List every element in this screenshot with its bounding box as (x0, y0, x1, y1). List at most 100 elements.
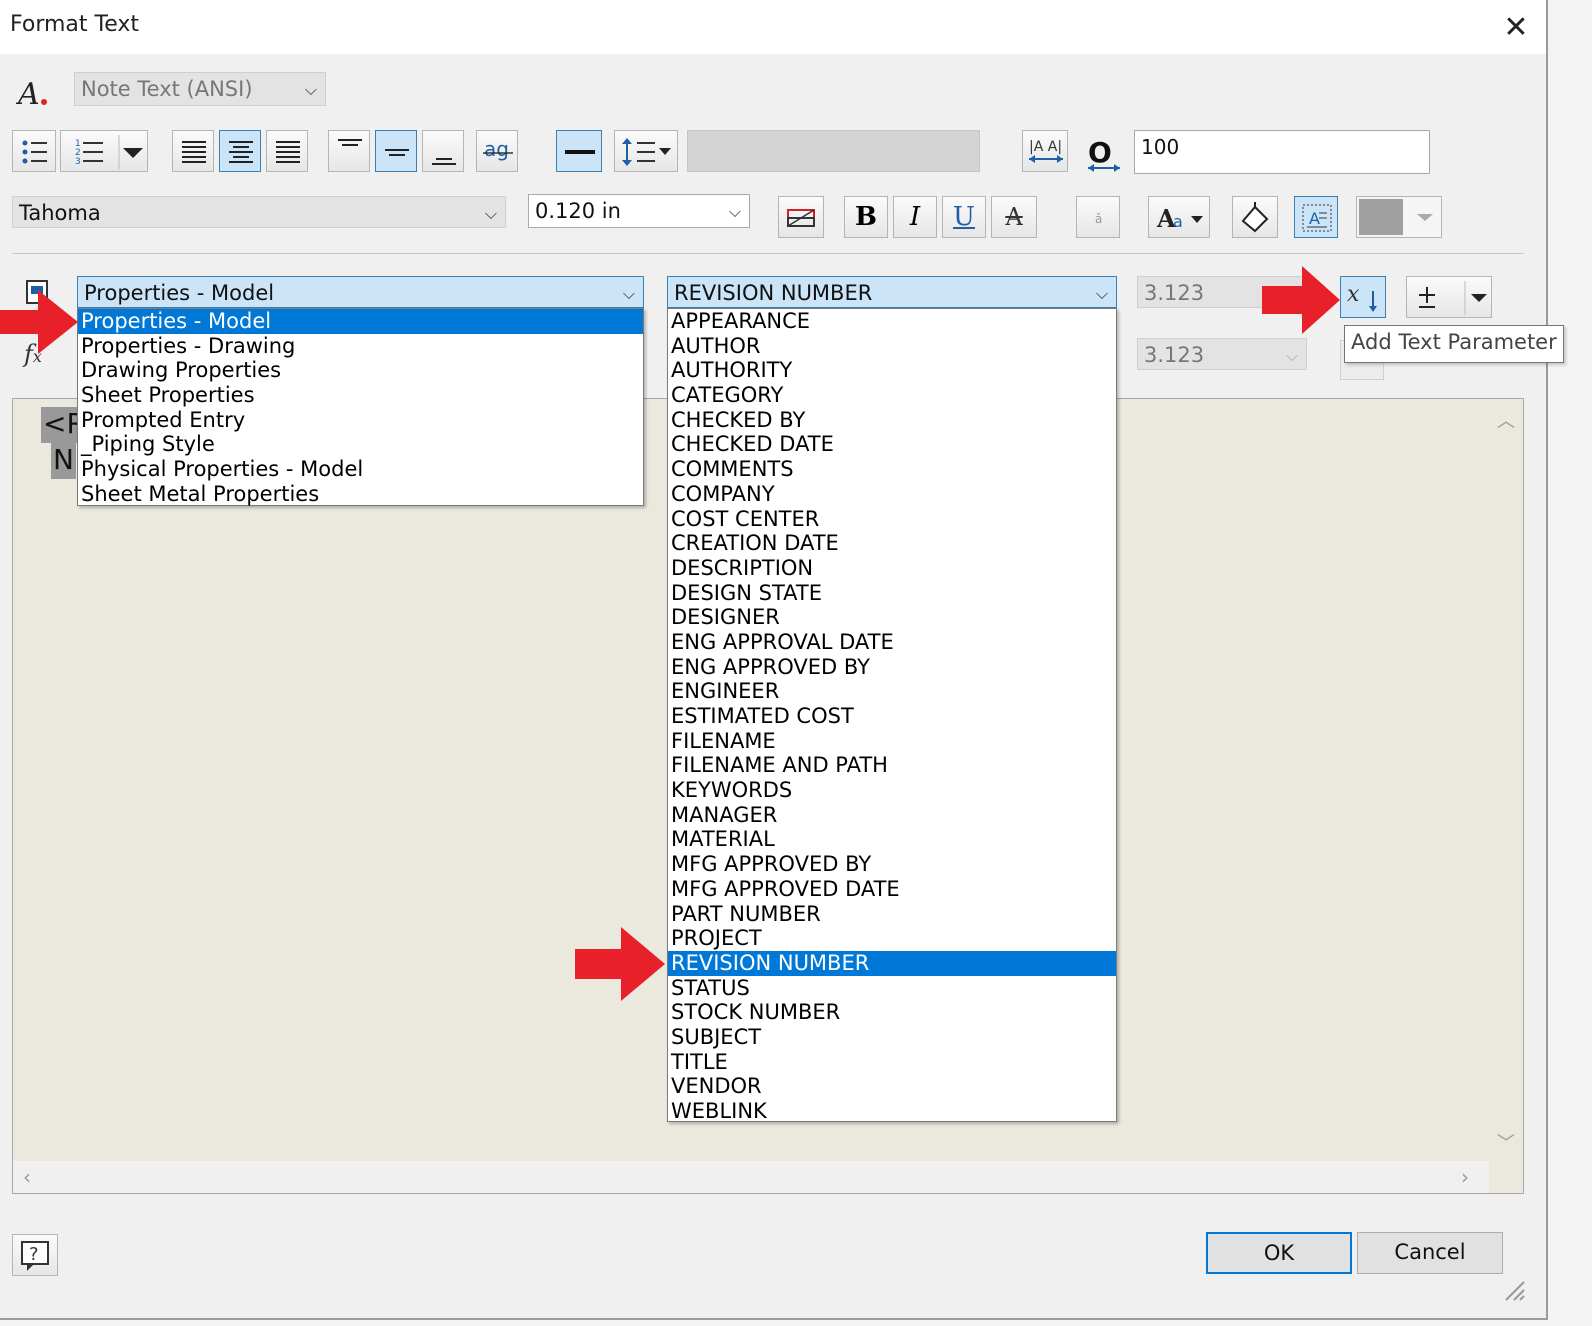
property-option[interactable]: MATERIAL (668, 827, 1116, 852)
bullet-list-button[interactable] (12, 130, 56, 172)
property-option[interactable]: VENDOR (668, 1074, 1116, 1099)
property-option[interactable]: DESCRIPTION (668, 556, 1116, 581)
property-option[interactable]: WEBLINK (668, 1099, 1116, 1124)
cancel-button[interactable]: Cancel (1357, 1232, 1503, 1274)
text-frame-icon: A (1302, 204, 1332, 232)
bold-button[interactable]: B (844, 196, 888, 238)
property-combo[interactable]: REVISION NUMBER ⌵ (667, 276, 1117, 308)
single-line-button[interactable] (556, 130, 602, 172)
line-spacing-button[interactable] (614, 130, 678, 172)
property-list[interactable]: APPEARANCE AUTHOR AUTHORITY CATEGORY CHECKED… (667, 308, 1117, 1124)
property-type-option[interactable]: Sheet Metal Properties (78, 482, 643, 507)
font-size-dropdown[interactable]: 0.120 in ⌵ (528, 194, 750, 228)
chevron-right-icon[interactable]: › (1461, 1165, 1469, 1189)
property-option[interactable]: CREATION DATE (668, 531, 1116, 556)
case-button[interactable]: Aa (1148, 196, 1210, 238)
add-text-parameter-button[interactable]: x (1340, 276, 1386, 318)
stack-button[interactable] (778, 196, 824, 238)
svg-text:a: a (1173, 212, 1183, 231)
svg-text:3: 3 (75, 157, 81, 167)
resize-grip-icon[interactable] (1500, 1276, 1526, 1302)
property-option[interactable]: FILENAME (668, 729, 1116, 754)
property-option[interactable]: CHECKED DATE (668, 432, 1116, 457)
property-type-combo[interactable]: Properties - Model ⌵ (77, 276, 644, 308)
align-top-icon (338, 139, 362, 146)
align-bottom-icon (432, 158, 456, 165)
stretch-input[interactable]: 100 (1134, 130, 1430, 174)
chevron-down-icon: ⌵ (1285, 346, 1298, 365)
align-center-button[interactable] (219, 130, 261, 172)
align-middle-button[interactable] (375, 130, 417, 172)
property-option[interactable]: COMPANY (668, 482, 1116, 507)
chevron-down-icon: ⌵ (1095, 284, 1108, 303)
property-option[interactable]: ESTIMATED COST (668, 704, 1116, 729)
property-option[interactable]: AUTHOR (668, 334, 1116, 359)
chevron-left-icon[interactable]: ‹ (23, 1165, 31, 1189)
property-option[interactable]: STOCK NUMBER (668, 1000, 1116, 1025)
property-option[interactable]: ENG APPROVAL DATE (668, 630, 1116, 655)
property-option[interactable]: ENG APPROVED BY (668, 655, 1116, 680)
align-right-button[interactable] (266, 130, 308, 172)
property-option[interactable]: MFG APPROVED DATE (668, 877, 1116, 902)
background-fill-button[interactable] (1232, 196, 1278, 238)
property-option[interactable]: COST CENTER (668, 507, 1116, 532)
property-option[interactable]: CHECKED BY (668, 408, 1116, 433)
ok-button[interactable]: OK (1206, 1232, 1352, 1274)
property-type-option[interactable]: Prompted Entry (78, 408, 643, 433)
color-swatch (1359, 199, 1403, 235)
vertical-scrollbar[interactable]: ︿ ﹀ (1489, 399, 1523, 1159)
symbol-button[interactable]: ǎ (1076, 196, 1120, 238)
color-picker[interactable] (1356, 196, 1442, 238)
baseline-icon: ag (483, 137, 513, 161)
line-icon (565, 150, 595, 154)
horizontal-scrollbar[interactable]: ‹ › (13, 1161, 1489, 1193)
property-option[interactable]: MANAGER (668, 803, 1116, 828)
property-option[interactable]: REVISION NUMBER (668, 950, 1116, 976)
property-type-option[interactable]: Properties - Model (78, 309, 643, 334)
italic-button[interactable]: I (893, 196, 937, 238)
property-option[interactable]: AUTHORITY (668, 358, 1116, 383)
help-button[interactable]: ? (12, 1234, 58, 1276)
text-width-button[interactable]: |A A| (1022, 130, 1068, 172)
property-option[interactable]: DESIGNER (668, 605, 1116, 630)
property-option[interactable]: APPEARANCE (668, 309, 1116, 334)
property-option[interactable]: PART NUMBER (668, 902, 1116, 927)
strikethrough-button[interactable]: A (991, 196, 1037, 238)
chevron-down-icon[interactable]: ﹀ (1497, 1129, 1515, 1155)
property-option[interactable]: FILENAME AND PATH (668, 753, 1116, 778)
property-option[interactable]: STATUS (668, 976, 1116, 1001)
insert-symbol-button[interactable] (1406, 276, 1492, 318)
underline-button[interactable]: U (942, 196, 986, 238)
property-option[interactable]: KEYWORDS (668, 778, 1116, 803)
align-center-icon (229, 141, 253, 163)
property-option[interactable]: TITLE (668, 1050, 1116, 1075)
font-value: Tahoma (19, 201, 101, 225)
layers-icon (787, 209, 815, 227)
property-type-option[interactable]: Physical Properties - Model (78, 457, 643, 482)
property-option[interactable]: CATEGORY (668, 383, 1116, 408)
red-arrow-revision (575, 927, 667, 1001)
text-frame-button[interactable]: A (1294, 196, 1338, 238)
style-dropdown[interactable]: Note Text (ANSI) ⌵ (74, 72, 326, 106)
property-type-option[interactable]: _Piping Style (78, 432, 643, 457)
align-bottom-button[interactable] (422, 130, 464, 172)
property-type-list[interactable]: Properties - Model Properties - Drawing Dr… (77, 308, 644, 506)
property-type-option[interactable]: Properties - Drawing (78, 334, 643, 359)
property-option[interactable]: DESIGN STATE (668, 581, 1116, 606)
precision-dropdown-2[interactable]: 3.123 ⌵ (1137, 338, 1307, 370)
align-left-button[interactable] (172, 130, 214, 172)
font-dropdown[interactable]: Tahoma ⌵ (12, 196, 506, 228)
property-type-option[interactable]: Sheet Properties (78, 383, 643, 408)
numbered-list-button[interactable]: 123 (60, 130, 148, 172)
property-option[interactable]: COMMENTS (668, 457, 1116, 482)
chevron-up-icon[interactable]: ︿ (1497, 407, 1515, 433)
close-button[interactable]: ✕ (1496, 8, 1536, 48)
property-option[interactable]: ENGINEER (668, 679, 1116, 704)
chevron-down-icon: ⌵ (622, 284, 635, 303)
property-type-option[interactable]: Drawing Properties (78, 358, 643, 383)
property-option[interactable]: PROJECT (668, 926, 1116, 951)
align-top-button[interactable] (328, 130, 370, 172)
baseline-button[interactable]: ag (476, 130, 518, 172)
property-option[interactable]: MFG APPROVED BY (668, 852, 1116, 877)
property-option[interactable]: SUBJECT (668, 1025, 1116, 1050)
